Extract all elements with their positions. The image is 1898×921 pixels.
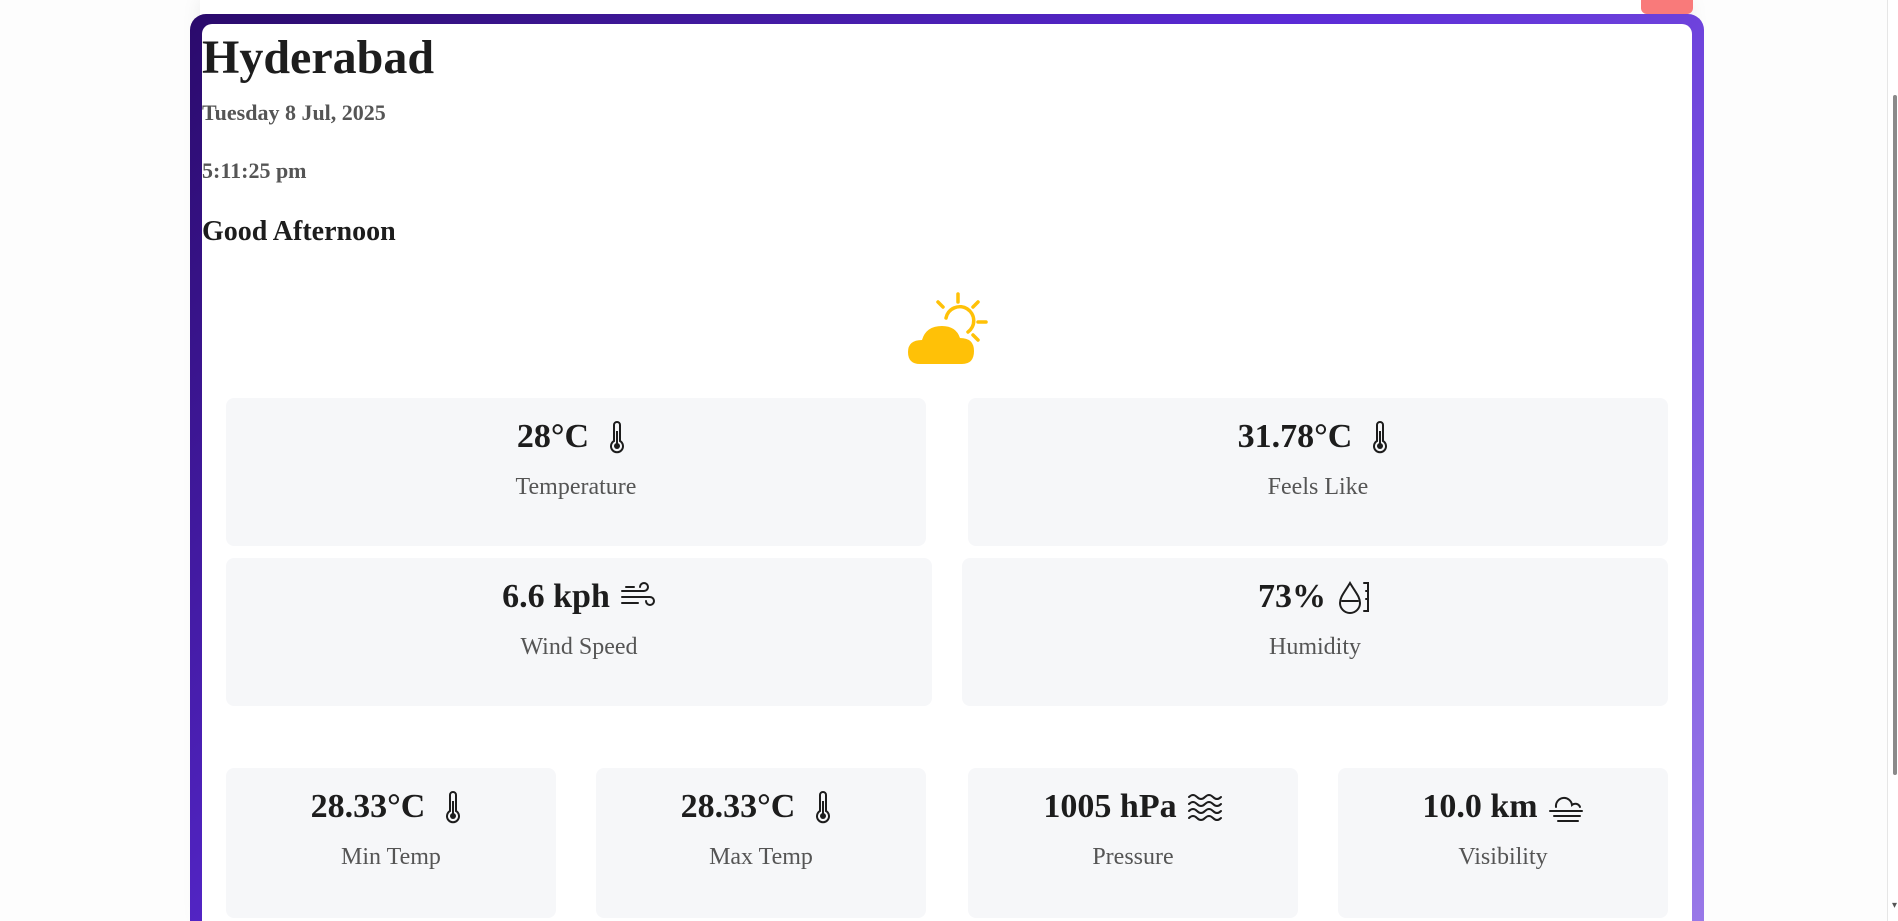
weather-card: Hyderabad Tuesday 8 Jul, 2025 5:11:25 pm… <box>202 24 1692 921</box>
greeting: Good Afternoon <box>202 216 396 247</box>
min-temp-tile: 28.33°C Min Temp <box>226 768 556 918</box>
visibility-tile: 10.0 km Visibility <box>1338 768 1668 918</box>
thermometer-icon <box>599 419 635 455</box>
partly-cloudy-icon <box>908 292 988 366</box>
temperature-tile: 28°C Temperature <box>226 398 926 546</box>
thermometer-icon <box>1362 419 1398 455</box>
current-time: 5:11:25 pm <box>202 158 307 183</box>
humidity-value: 73% <box>1258 578 1326 615</box>
current-date: Tuesday 8 Jul, 2025 <box>202 100 386 125</box>
humidity-tile: 73% Humidity <box>962 558 1668 706</box>
scroll-down-arrow-icon[interactable]: ▾ <box>1892 900 1897 911</box>
visibility-label: Visibility <box>1458 844 1548 870</box>
max-temp-value: 28.33°C <box>680 788 796 825</box>
visibility-value: 10.0 km <box>1422 788 1538 825</box>
feels-like-tile: 31.78°C Feels Like <box>968 398 1668 546</box>
fog-icon <box>1548 789 1584 825</box>
pressure-value: 1005 hPa <box>1043 788 1177 825</box>
scrollbar[interactable]: ▾ <box>1887 0 1898 921</box>
scrollbar-thumb[interactable] <box>1893 95 1897 775</box>
min-temp-label: Min Temp <box>341 844 441 870</box>
wind-speed-value: 6.6 kph <box>502 578 610 615</box>
pressure-label: Pressure <box>1092 844 1174 870</box>
page: Hyderabad Tuesday 8 Jul, 2025 5:11:25 pm… <box>0 0 1898 921</box>
max-temp-tile: 28.33°C Max Temp <box>596 768 926 918</box>
thermometer-icon <box>435 789 471 825</box>
thermometer-icon <box>805 789 841 825</box>
city-name: Hyderabad <box>202 31 435 84</box>
wind-icon <box>620 579 656 615</box>
humidity-icon <box>1336 579 1372 615</box>
temperature-value: 28°C <box>516 418 590 455</box>
temperature-label: Temperature <box>515 474 637 500</box>
min-temp-value: 28.33°C <box>310 788 426 825</box>
background-close-button[interactable] <box>1641 0 1693 14</box>
feels-like-value: 31.78°C <box>1237 418 1353 455</box>
wind-speed-tile: 6.6 kph Wind Speed <box>226 558 932 706</box>
max-temp-label: Max Temp <box>709 844 813 870</box>
wind-speed-label: Wind Speed <box>520 634 638 660</box>
humidity-label: Humidity <box>1268 634 1361 660</box>
pressure-tile: 1005 hPa Pressure <box>968 768 1298 918</box>
waves-icon <box>1187 789 1223 825</box>
feels-like-label: Feels Like <box>1267 474 1369 500</box>
